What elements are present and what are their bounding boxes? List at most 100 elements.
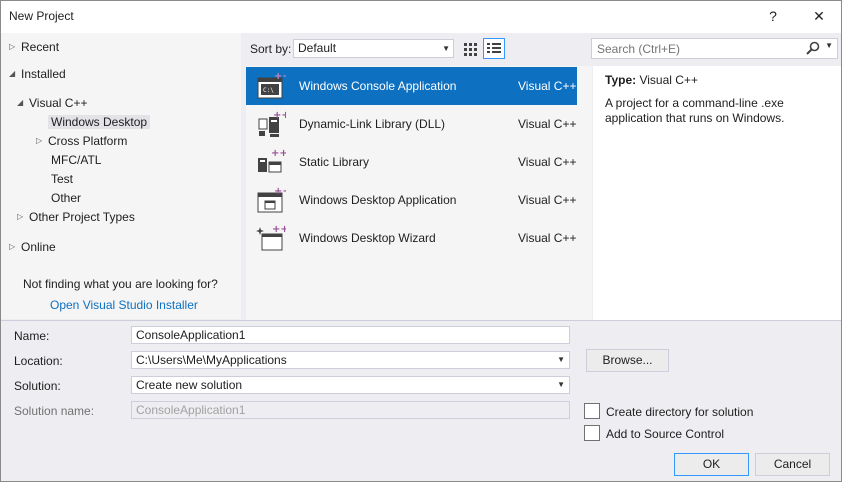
template-row-console-app[interactable]: C:\ ++ Windows Console Application Visua… — [246, 67, 577, 105]
collapse-arrow-icon[interactable]: ◢ — [17, 94, 29, 112]
template-language: Visual C++ — [518, 193, 577, 207]
close-button[interactable]: ✕ — [804, 3, 834, 29]
new-project-dialog: New Project ? ✕ ▷ Recent ◢ Installed ◢ Visu… — [0, 0, 842, 482]
help-button[interactable]: ? — [758, 3, 788, 29]
chevron-down-icon[interactable]: ▼ — [557, 352, 565, 368]
template-name: Static Library — [299, 155, 370, 169]
template-name: Windows Desktop Wizard — [299, 231, 436, 245]
sort-dropdown[interactable]: Default ▼ — [293, 39, 454, 58]
project-name-value: ConsoleApplication1 — [136, 328, 246, 342]
template-language: Visual C++ — [518, 79, 577, 93]
tree-item-test[interactable]: Test — [51, 170, 73, 188]
sort-toolbar: Sort by: Default ▼ — [245, 37, 595, 61]
template-row-desktop-wizard[interactable]: ++ Windows Desktop Wizard Visual C++ — [246, 219, 592, 257]
expand-arrow-icon[interactable]: ▷ — [9, 38, 21, 56]
tree-item-online[interactable]: ▷ Online — [9, 238, 56, 256]
type-label: Type: — [605, 73, 637, 87]
location-label: Location: — [14, 354, 63, 368]
grid-view-icon — [464, 43, 477, 56]
svg-text:C:\: C:\ — [263, 87, 274, 94]
console-app-icon: C:\ ++ — [257, 71, 286, 99]
chevron-down-icon[interactable]: ▼ — [557, 377, 565, 393]
tree-item-label: Other — [51, 191, 82, 205]
tree-item-label: Windows Desktop — [48, 115, 151, 129]
template-name: Windows Console Application — [299, 79, 457, 93]
expand-arrow-icon[interactable]: ▷ — [36, 132, 48, 150]
cancel-button[interactable]: Cancel — [755, 453, 830, 476]
location-value: C:\Users\Me\MyApplications — [136, 353, 287, 367]
tree-item-label: Cross Platform — [48, 134, 128, 148]
template-language: Visual C++ — [518, 155, 577, 169]
tree-item-other-project-types[interactable]: ▷ Other Project Types — [17, 208, 135, 226]
tree-item-visual-cpp[interactable]: ◢ Visual C++ — [17, 94, 87, 112]
template-search-box[interactable]: ▼ — [591, 38, 838, 59]
small-icons-view-button[interactable] — [459, 38, 481, 59]
template-description-pane: Type: Visual C++ A project for a command… — [593, 66, 841, 320]
name-label: Name: — [14, 329, 50, 343]
search-icon[interactable] — [805, 40, 821, 56]
tree-item-other[interactable]: Other — [51, 189, 81, 207]
svg-text:++: ++ — [272, 224, 286, 235]
template-row-dll[interactable]: ++ Dynamic-Link Library (DLL) Visual C++ — [246, 105, 592, 143]
template-name: Windows Desktop Application — [299, 193, 457, 207]
svg-text:++: ++ — [274, 186, 286, 197]
description-type: Type: Visual C++ — [605, 73, 698, 87]
tree-item-label: Other Project Types — [29, 210, 135, 224]
tree-item-mfc-atl[interactable]: MFC/ATL — [51, 151, 101, 169]
list-view-icon — [487, 43, 501, 53]
solution-name-field[interactable]: ConsoleApplication1 — [131, 401, 570, 419]
desktop-wizard-icon: ++ — [256, 224, 286, 251]
create-directory-checkbox[interactable] — [584, 403, 600, 419]
solution-name-label: Solution name: — [14, 404, 95, 418]
tree-item-label: Online — [21, 240, 56, 254]
tree-item-label: Recent — [21, 40, 60, 54]
solution-dropdown[interactable]: Create new solution ▼ — [131, 376, 570, 394]
not-finding-text: Not finding what you are looking for? — [23, 277, 218, 291]
svg-text:++: ++ — [273, 110, 286, 121]
title-bar: New Project ? ✕ — [1, 1, 841, 33]
source-control-label[interactable]: Add to Source Control — [606, 427, 724, 441]
create-directory-label[interactable]: Create directory for solution — [606, 405, 753, 419]
ok-button[interactable]: OK — [674, 453, 749, 476]
tree-item-label: Visual C++ — [29, 96, 88, 110]
sort-label: Sort by: — [250, 42, 292, 56]
project-name-field[interactable]: ConsoleApplication1 — [131, 326, 570, 344]
svg-text:++: ++ — [274, 71, 286, 82]
tree-item-label: MFC/ATL — [51, 153, 102, 167]
tree-item-label: Test — [51, 172, 74, 186]
chevron-down-icon[interactable]: ▼ — [825, 41, 833, 50]
source-control-checkbox[interactable] — [584, 425, 600, 441]
description-text: A project for a command-line .exe applic… — [605, 96, 785, 125]
chevron-down-icon: ▼ — [442, 44, 450, 53]
list-view-button[interactable] — [483, 38, 505, 59]
expand-arrow-icon[interactable]: ▷ — [17, 208, 29, 226]
dll-icon: ++ — [258, 110, 286, 137]
svg-text:++: ++ — [271, 148, 286, 159]
collapse-arrow-icon[interactable]: ◢ — [9, 65, 21, 83]
template-row-desktop-app[interactable]: ++ Windows Desktop Application Visual C+… — [246, 181, 592, 219]
template-name: Dynamic-Link Library (DLL) — [299, 117, 446, 131]
template-category-tree: ▷ Recent ◢ Installed ◢ Visual C++ Windows D… — [1, 33, 241, 319]
template-row-static-library[interactable]: ++ Static Library Visual C++ — [246, 143, 592, 181]
desktop-app-icon: ++ — [257, 186, 286, 213]
type-value: Visual C++ — [639, 73, 698, 87]
solution-label: Solution: — [14, 379, 61, 393]
tree-item-windows-desktop[interactable]: Windows Desktop — [48, 113, 151, 131]
static-library-icon: ++ — [258, 148, 286, 173]
tree-item-recent[interactable]: ▷ Recent — [9, 38, 59, 56]
dialog-title: New Project — [9, 9, 74, 23]
template-language: Visual C++ — [518, 231, 577, 245]
open-installer-link[interactable]: Open Visual Studio Installer — [50, 298, 198, 312]
expand-arrow-icon[interactable]: ▷ — [9, 238, 21, 256]
search-input[interactable] — [592, 39, 802, 58]
tree-item-installed[interactable]: ◢ Installed — [9, 65, 66, 83]
solution-name-value: ConsoleApplication1 — [136, 403, 246, 417]
tree-item-label: Installed — [21, 67, 66, 81]
location-combobox[interactable]: C:\Users\Me\MyApplications ▼ — [131, 351, 570, 369]
browse-button[interactable]: Browse... — [586, 349, 669, 372]
template-language: Visual C++ — [518, 117, 577, 131]
sort-value: Default — [298, 41, 337, 55]
project-settings-form: Name: ConsoleApplication1 Location: C:\U… — [1, 320, 841, 481]
tree-item-cross-platform[interactable]: ▷ Cross Platform — [36, 132, 127, 150]
solution-value: Create new solution — [136, 378, 243, 392]
